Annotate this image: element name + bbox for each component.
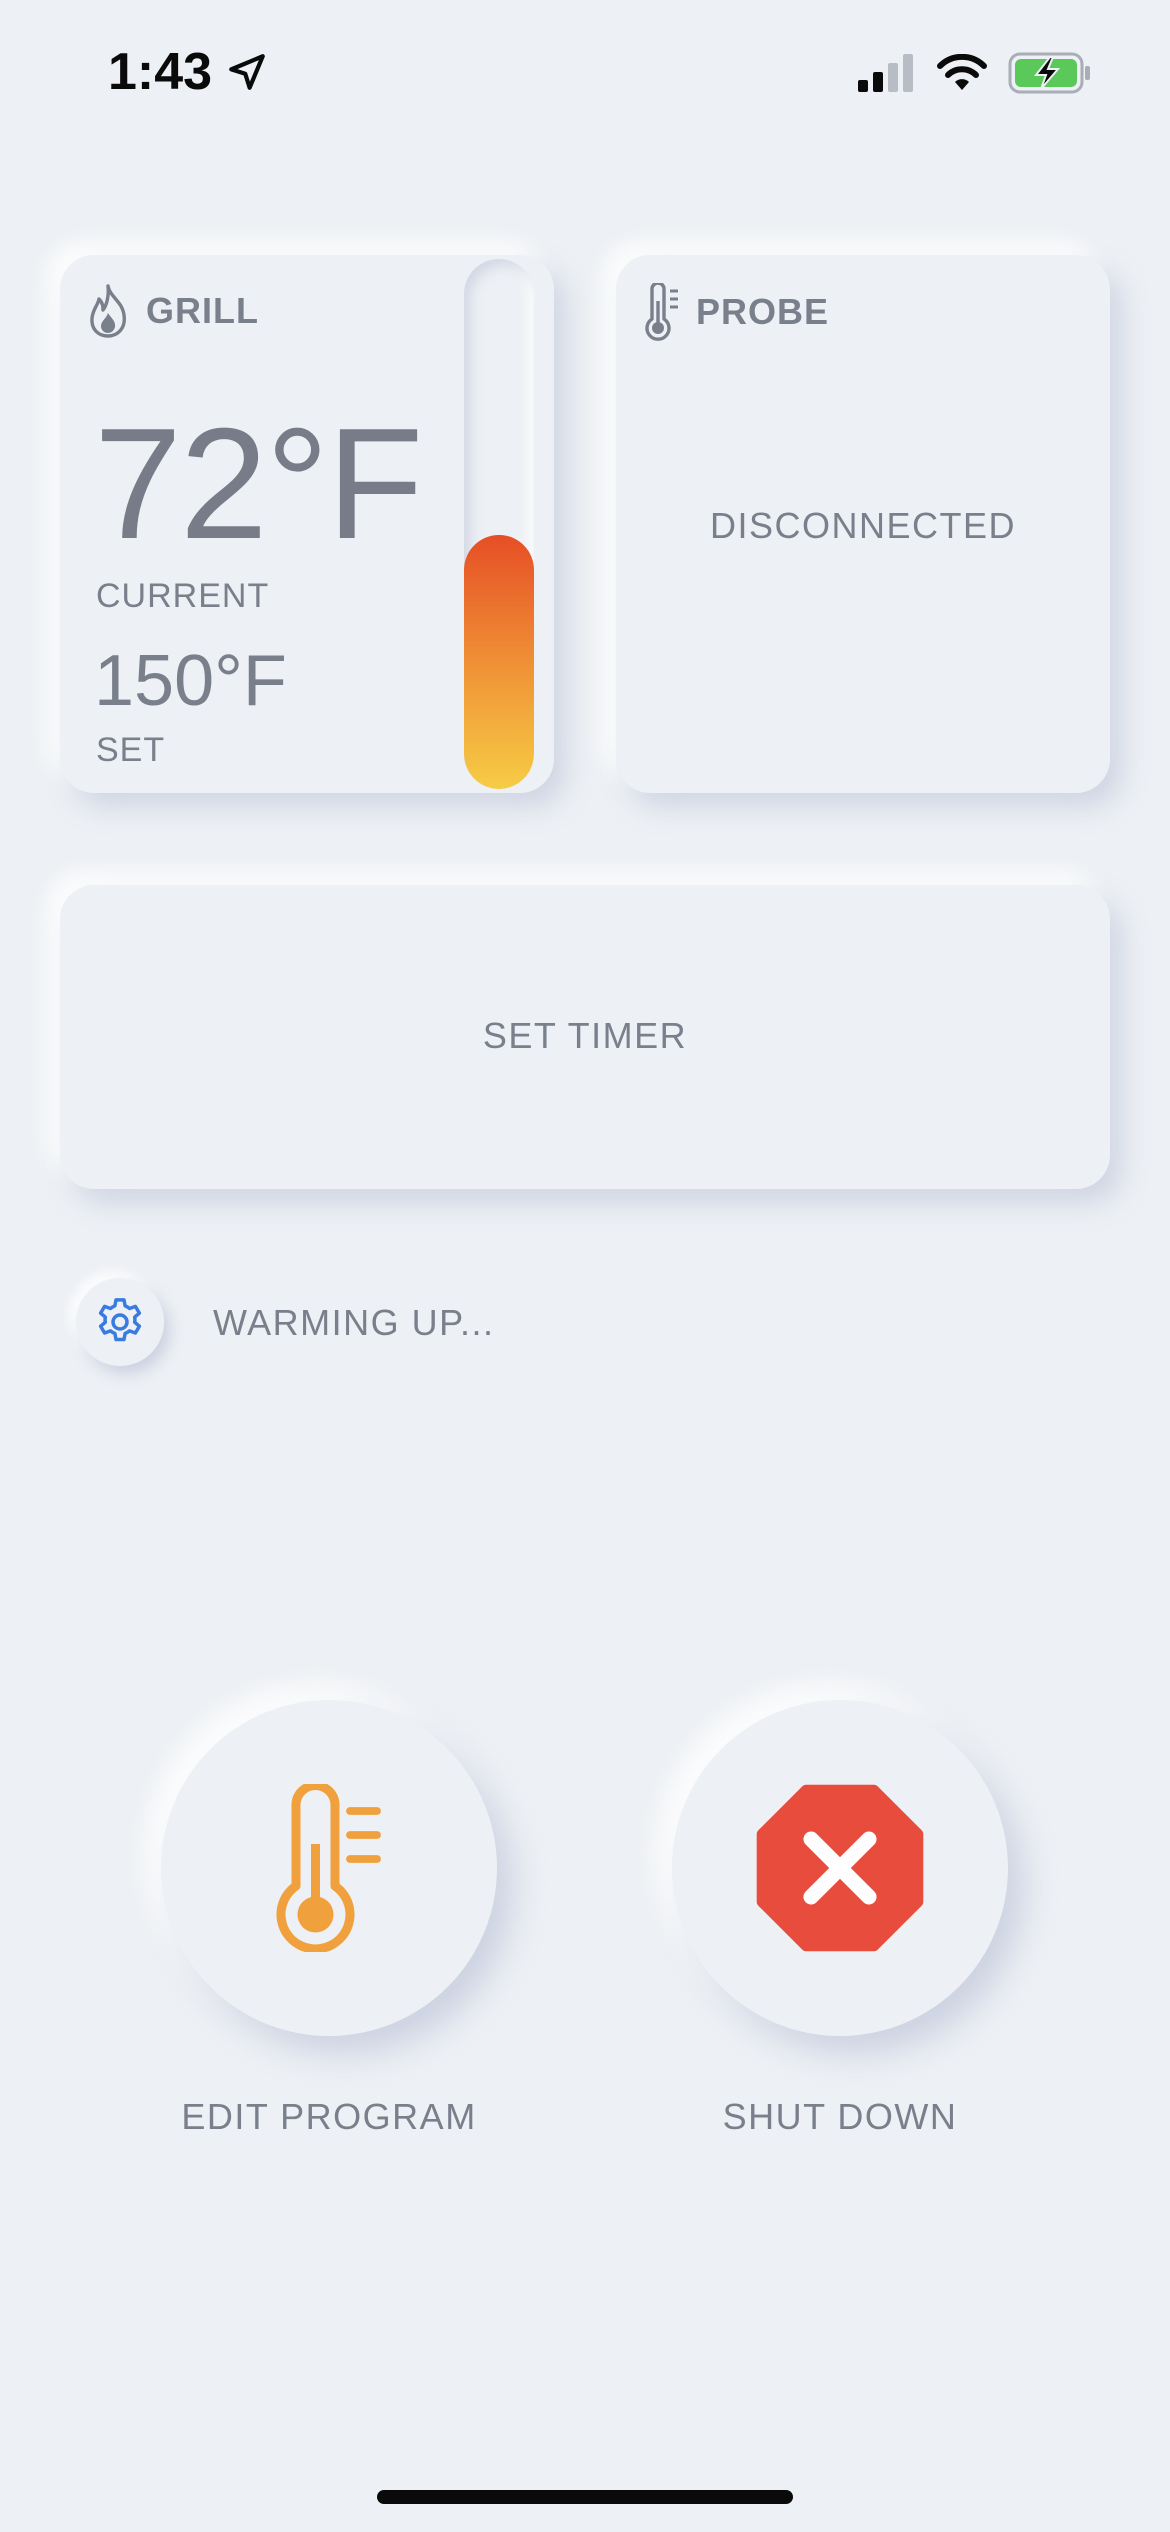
edit-program-label: EDIT PROGRAM <box>181 2096 477 2137</box>
thermometer-icon <box>276 1784 381 1952</box>
heat-level-bar <box>464 259 534 789</box>
probe-card[interactable]: PROBE DISCONNECTED <box>616 255 1110 793</box>
home-indicator[interactable] <box>377 2490 793 2504</box>
gear-icon <box>98 1298 142 1342</box>
set-timer-button[interactable]: SET TIMER <box>60 885 1110 1189</box>
current-label: CURRENT <box>96 577 270 615</box>
shut-down-button[interactable] <box>672 1700 1008 2036</box>
status-text: WARMING UP... <box>213 1302 495 1343</box>
heat-level-fill <box>464 534 534 789</box>
cellular-signal-icon <box>858 54 913 92</box>
grill-header: GRILL <box>86 283 259 339</box>
probe-status: DISCONNECTED <box>709 505 1017 546</box>
set-label: SET <box>96 731 166 769</box>
stop-octagon-icon <box>756 1784 924 1952</box>
wifi-icon <box>937 54 987 90</box>
grill-title: GRILL <box>146 290 259 331</box>
battery-charging-icon <box>1008 52 1090 94</box>
time-text: 1:43 <box>108 43 213 101</box>
probe-header: PROBE <box>642 283 829 341</box>
thermometer-icon <box>645 283 678 341</box>
edit-program-button[interactable] <box>161 1700 497 2036</box>
status-bar-time: 1:43 <box>108 42 268 102</box>
status-gear-badge <box>76 1278 164 1366</box>
grill-card[interactable]: GRILL 72°F CURRENT 150°F SET <box>60 255 554 793</box>
status-bar-indicators <box>858 52 1092 94</box>
set-temperature: 150°F <box>94 641 287 721</box>
flame-icon <box>90 284 126 338</box>
probe-title: PROBE <box>696 291 830 332</box>
shut-down-label: SHUT DOWN <box>722 2096 958 2137</box>
location-arrow-icon <box>229 54 265 90</box>
current-temperature: 72°F <box>94 396 423 572</box>
set-timer-label: SET TIMER <box>482 1015 688 1056</box>
